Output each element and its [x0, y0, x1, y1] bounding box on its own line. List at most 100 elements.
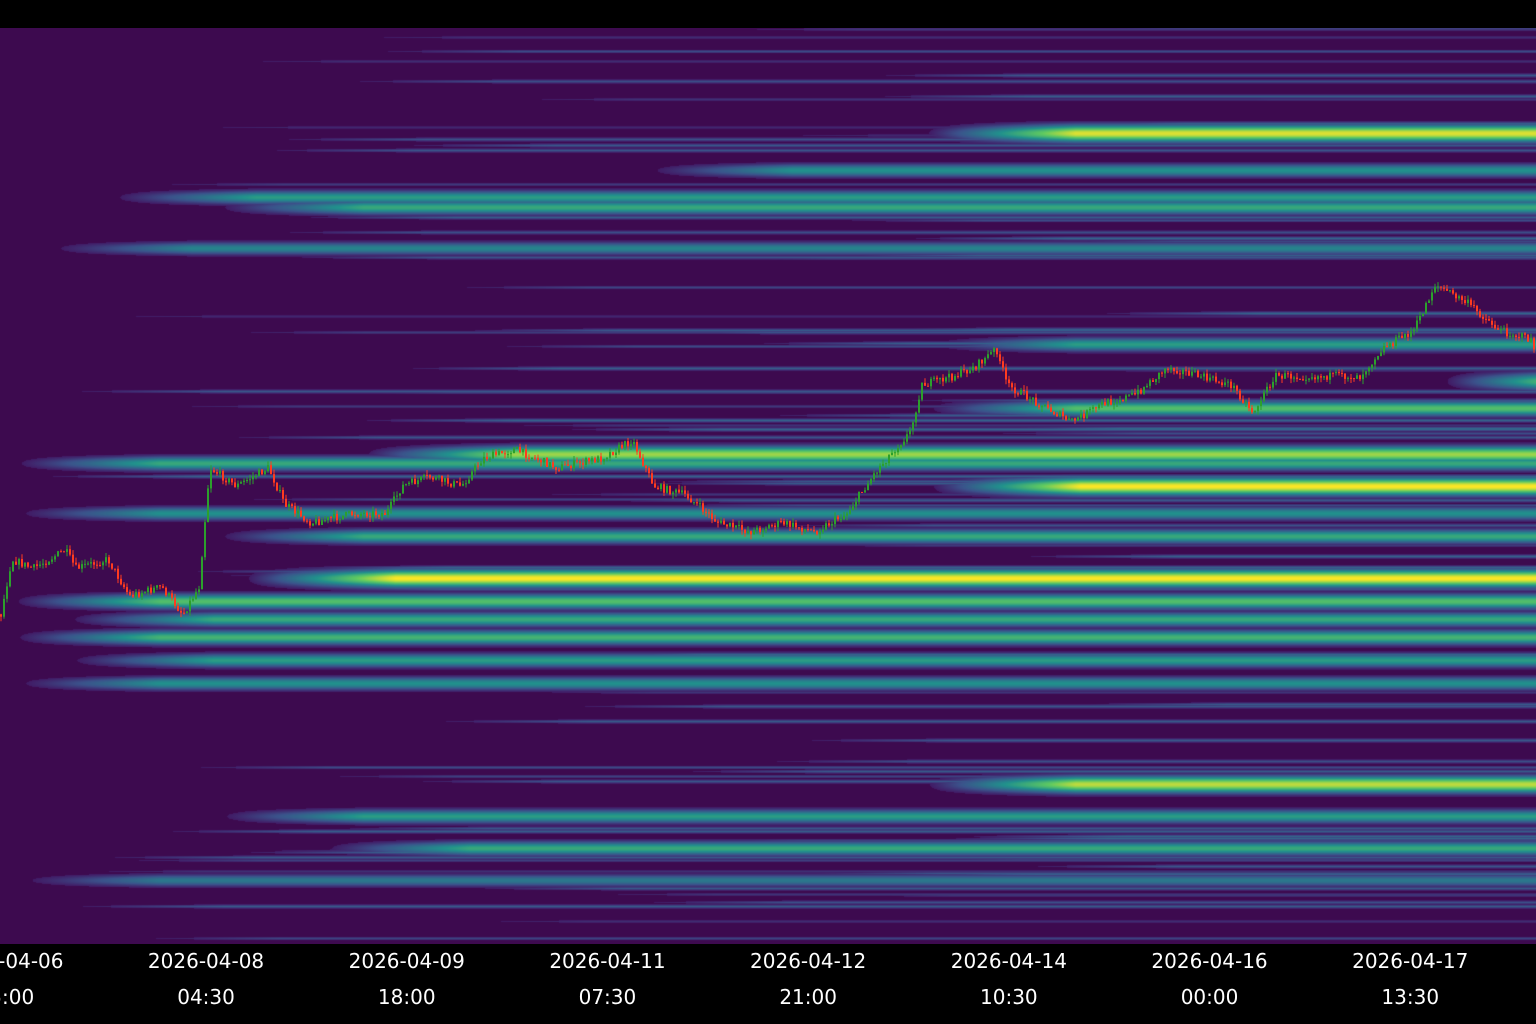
candle-body: [930, 378, 932, 387]
candle-body: [549, 462, 551, 467]
candle-body: [795, 522, 797, 528]
candle-body: [1188, 370, 1190, 376]
candle-body: [1335, 372, 1337, 374]
candle-body: [1221, 382, 1223, 386]
candle-body: [1140, 389, 1142, 394]
candle-body: [1260, 400, 1262, 407]
candle-body: [588, 458, 590, 462]
x-tick-date: 2026-04-17: [1352, 949, 1468, 973]
candle-body: [828, 523, 830, 526]
candle-body: [36, 564, 38, 566]
candle-body: [1311, 377, 1313, 379]
candle-body: [987, 354, 989, 359]
candle-body: [63, 551, 65, 553]
candle-body: [1068, 418, 1070, 420]
candle-body: [1125, 395, 1127, 401]
candle-body: [882, 463, 884, 466]
candle-body: [0, 614, 2, 617]
candle-body: [1350, 377, 1352, 379]
candle-body: [417, 480, 419, 485]
candle-body: [1500, 329, 1502, 331]
candle-body: [390, 501, 392, 510]
x-tick-time: 21:00: [779, 985, 837, 1009]
candle-body: [1344, 373, 1346, 379]
candle-body: [1374, 359, 1376, 365]
candle-body: [1425, 302, 1427, 314]
candle-body: [1050, 407, 1052, 412]
candle-body: [1413, 329, 1415, 332]
candle-body: [786, 520, 788, 525]
candle-body: [177, 606, 179, 611]
candle-body: [1080, 413, 1082, 418]
candle-body: [630, 444, 632, 447]
candle-body: [69, 549, 71, 555]
candle-body: [645, 465, 647, 469]
candle-body: [1458, 296, 1460, 299]
candle-body: [759, 527, 761, 532]
candle-body: [24, 562, 26, 567]
candle-body: [771, 525, 773, 527]
candle-body: [891, 452, 893, 456]
candle-body: [933, 377, 935, 379]
candle-body: [1023, 390, 1025, 392]
candle-body: [1386, 345, 1388, 347]
candle-body: [1005, 367, 1007, 380]
candle-body: [996, 348, 998, 355]
candle-body: [690, 498, 692, 503]
candle-body: [558, 469, 560, 471]
candle-body: [969, 370, 971, 374]
candle-body: [702, 503, 704, 512]
candle-body: [684, 490, 686, 494]
candle-body: [561, 464, 563, 471]
candle-body: [333, 513, 335, 518]
candle-body: [351, 511, 353, 516]
candle-body: [108, 557, 110, 564]
candle-body: [1224, 382, 1226, 386]
candle-body: [552, 462, 554, 468]
candle-body: [276, 482, 278, 491]
candle-body: [1038, 405, 1040, 408]
candle-body: [1392, 343, 1394, 346]
candle-body: [576, 460, 578, 462]
candle-body: [39, 564, 41, 566]
candle-body: [831, 524, 833, 526]
candle-body: [735, 525, 737, 528]
candle-body: [1248, 401, 1250, 409]
candle-body: [1002, 361, 1004, 368]
candle-body: [504, 453, 506, 455]
candle-body: [843, 515, 845, 520]
candle-body: [51, 559, 53, 562]
candlestick-series: [0, 282, 1535, 622]
candle-body: [474, 465, 476, 472]
candle-body: [1527, 334, 1529, 342]
candle-body: [201, 557, 203, 590]
candle-body: [1356, 375, 1358, 379]
candle-body: [897, 448, 899, 453]
candle-body: [1494, 324, 1496, 329]
candle-body: [1380, 352, 1382, 356]
candle-body: [18, 559, 20, 565]
candle-body: [141, 593, 143, 597]
candle-body: [531, 457, 533, 460]
candle-body: [1476, 305, 1478, 312]
candle-body: [252, 476, 254, 480]
candle-body: [768, 525, 770, 529]
candle-body: [1407, 333, 1409, 337]
candle-body: [1131, 392, 1133, 395]
candle-body: [3, 598, 5, 617]
candle-body: [999, 354, 1001, 362]
x-tick-time: 18:00: [378, 985, 436, 1009]
candle-body: [1212, 376, 1214, 378]
candle-body: [600, 456, 602, 462]
candle-body: [777, 520, 779, 528]
candle-body: [189, 600, 191, 612]
candle-body: [957, 376, 959, 378]
candle-body: [324, 520, 326, 522]
candle-body: [1473, 305, 1475, 307]
candle-body: [219, 470, 221, 474]
candle-body: [1302, 379, 1304, 381]
candle-body: [1155, 379, 1157, 382]
candle-body: [1497, 328, 1499, 330]
candle-body: [1479, 311, 1481, 317]
candle-body: [1089, 408, 1091, 411]
